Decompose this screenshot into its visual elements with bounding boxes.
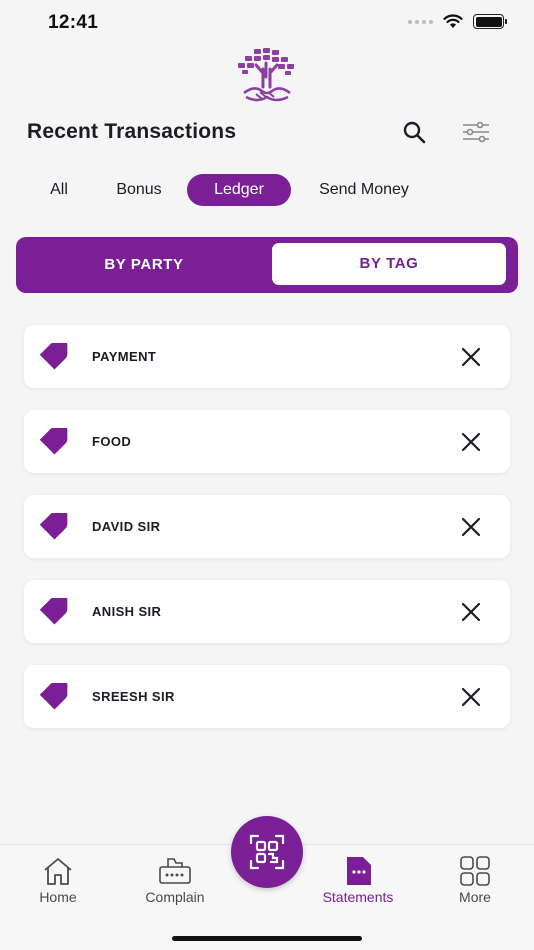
close-icon[interactable]	[460, 686, 482, 708]
close-icon[interactable]	[460, 346, 482, 368]
by-tag-segment[interactable]: BY TAG	[272, 243, 506, 285]
app-logo	[238, 48, 294, 102]
grid-icon	[460, 856, 490, 886]
nav-statements-label: Statements	[322, 889, 394, 905]
nav-more[interactable]: More	[430, 855, 520, 905]
tag-icon	[39, 598, 68, 625]
tab-send-money[interactable]: Send Money	[306, 174, 422, 206]
page-title: Recent Transactions	[27, 120, 237, 143]
view-segmented-control: BY PARTY BY TAG	[16, 237, 518, 293]
search-icon[interactable]	[401, 119, 427, 145]
close-icon[interactable]	[460, 431, 482, 453]
status-icons	[408, 14, 507, 29]
tag-list-item[interactable]: FOOD	[24, 410, 510, 473]
home-indicator	[172, 936, 362, 941]
status-time: 12:41	[48, 12, 99, 33]
by-party-segment[interactable]: BY PARTY	[16, 237, 272, 293]
close-icon[interactable]	[460, 601, 482, 623]
tag-list-item[interactable]: ANISH SIR	[24, 580, 510, 643]
cellular-signal-icon	[408, 19, 433, 24]
tag-label: FOOD	[92, 434, 132, 449]
tab-bonus[interactable]: Bonus	[108, 174, 170, 206]
sliders-icon[interactable]	[461, 120, 491, 144]
tab-all[interactable]: All	[44, 174, 74, 206]
nav-home-label: Home	[39, 889, 77, 905]
tag-list: PAYMENT FOOD DAVID SIR ANISH SIR SREESH …	[24, 325, 510, 750]
nav-home[interactable]: Home	[13, 855, 103, 905]
tag-list-item[interactable]: DAVID SIR	[24, 495, 510, 558]
close-icon[interactable]	[460, 516, 482, 538]
qr-code-icon	[249, 834, 285, 870]
tab-ledger[interactable]: Ledger	[187, 174, 291, 206]
nav-statements[interactable]: Statements	[313, 855, 403, 905]
category-tabs: All Bonus Ledger Send Money	[30, 174, 510, 206]
tag-icon	[39, 513, 68, 540]
tag-label: SREESH SIR	[92, 689, 175, 704]
tag-label: DAVID SIR	[92, 519, 161, 534]
tag-label: ANISH SIR	[92, 604, 162, 619]
battery-icon	[473, 14, 507, 29]
tag-list-item[interactable]: PAYMENT	[24, 325, 510, 388]
status-bar: 12:41	[0, 0, 534, 44]
tag-icon	[39, 683, 68, 710]
wifi-icon	[443, 14, 463, 28]
tag-label: PAYMENT	[92, 349, 157, 364]
qr-scan-button[interactable]	[231, 816, 303, 888]
tag-icon	[39, 428, 68, 455]
home-icon	[44, 858, 72, 885]
statements-icon	[347, 857, 371, 885]
nav-complain[interactable]: Complain	[130, 855, 220, 905]
nav-complain-label: Complain	[145, 889, 205, 905]
complain-icon	[159, 858, 191, 884]
tag-list-item[interactable]: SREESH SIR	[24, 665, 510, 728]
nav-more-label: More	[459, 889, 491, 905]
tag-icon	[39, 343, 68, 370]
